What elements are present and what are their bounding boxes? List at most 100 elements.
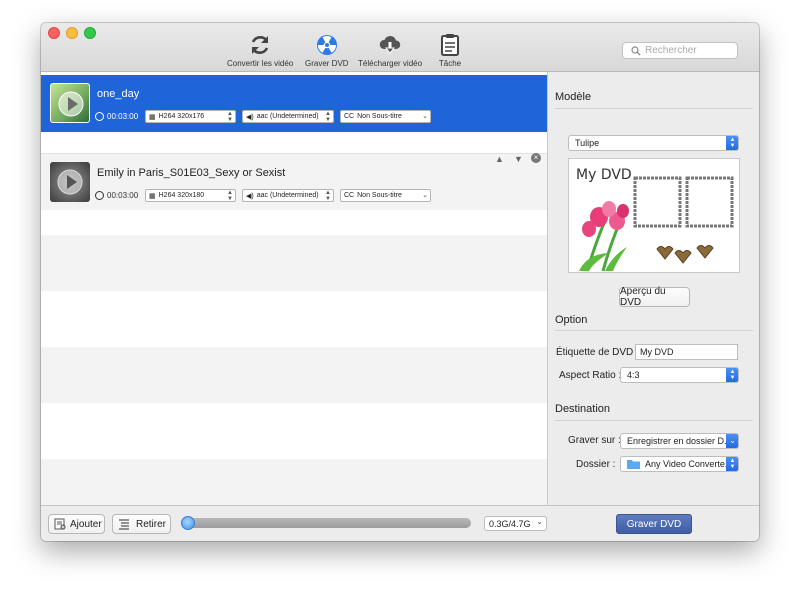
add-button[interactable]: Ajouter (48, 514, 105, 534)
cc-icon: CC (344, 192, 355, 199)
template-value: Tulipe (575, 138, 600, 148)
chevron-down-icon: ⌄ (726, 434, 738, 448)
add-button-label: Ajouter (70, 518, 102, 530)
zoom-window-button[interactable] (84, 27, 96, 39)
stepper-icon: ▲ ▼ (325, 189, 331, 202)
disc-size-select[interactable]: 0.3G/4.7G ⌄ (484, 516, 547, 531)
list-stripe (41, 459, 547, 505)
download-video-button[interactable]: Télécharger vidéo (358, 33, 422, 68)
subtitle-select[interactable]: CC Non Sous-titre ⌄ (340, 189, 431, 202)
clipboard-icon (441, 34, 459, 56)
play-icon (57, 169, 83, 195)
film-icon: ▦ (149, 113, 156, 121)
remove-item-icon[interactable]: × (531, 153, 541, 163)
remove-list-icon (119, 519, 129, 530)
stepper-icon: ▲ ▼ (726, 368, 738, 382)
duration: 00:03:00 (95, 191, 138, 200)
minimize-window-button[interactable] (66, 27, 78, 39)
cloud-download-icon (379, 35, 401, 54)
search-input[interactable] (645, 45, 735, 56)
folder-icon (627, 460, 640, 469)
duration-value: 00:03:00 (107, 191, 139, 200)
toolbar: Convertir les vidéo Graver DVD Télécharg… (41, 23, 759, 72)
dvd-preview-button[interactable]: Aperçu du DVD (619, 286, 690, 308)
convert-video-button[interactable]: Convertir les vidéo (227, 33, 293, 68)
video-format-value: H264 320x180 (158, 192, 205, 199)
stepper-icon: ▲ ▼ (325, 110, 331, 123)
tulip-template-icon (579, 176, 734, 272)
task-label: Tâche (438, 59, 462, 68)
video-thumbnail (50, 83, 90, 123)
divider (555, 108, 753, 109)
folder-select[interactable]: Any Video Converte... ▲ ▼ (620, 456, 739, 472)
chevron-down-icon: ⌄ (422, 112, 428, 120)
audio-track-value: aac (Undetermined) (256, 113, 319, 120)
audio-track-select[interactable]: ◀) aac (Undetermined) ▲ ▼ (242, 189, 334, 202)
task-button[interactable]: Tâche (438, 33, 462, 68)
burn-dvd-button[interactable]: Graver DVD (616, 514, 692, 534)
close-window-button[interactable] (48, 27, 60, 39)
file-name: Emily in Paris_S01E03_Sexy or Sexist (97, 167, 286, 179)
app-window: Convertir les vidéo Graver DVD Télécharg… (41, 23, 759, 541)
refresh-icon (251, 36, 269, 54)
aspect-ratio-value: 4:3 (627, 370, 640, 380)
burn-dvd-tab-label: Graver DVD (305, 59, 349, 68)
speaker-icon: ◀) (246, 192, 254, 200)
stepper-icon: ▲ ▼ (726, 136, 738, 150)
play-icon (58, 91, 84, 117)
destination-section-title: Destination (555, 403, 611, 415)
aspect-ratio-label: Aspect Ratio : (559, 370, 622, 381)
folder-label: Dossier : (576, 459, 616, 470)
download-video-label: Télécharger vidéo (358, 59, 423, 68)
list-item[interactable]: Emily in Paris_S01E03_Sexy or Sexist 00:… (41, 153, 547, 210)
search-field[interactable] (622, 42, 738, 59)
divider (555, 420, 753, 421)
add-file-icon (54, 518, 66, 530)
disc-usage-progress (181, 516, 471, 530)
duration: 00:03:00 (95, 112, 138, 121)
model-section-title: Modèle (555, 91, 592, 103)
radiation-icon (316, 35, 337, 55)
stepper-icon: ▲ ▼ (227, 189, 233, 202)
stepper-icon: ▲ ▼ (227, 110, 233, 123)
subtitle-select[interactable]: CC Non Sous-titre ⌄ (340, 110, 431, 123)
file-list: one_day 00:03:00 ▦ H264 320x176 ▲ ▼ ◀) aa… (41, 72, 548, 505)
search-icon (631, 45, 641, 55)
move-down-icon[interactable]: ▼ (514, 154, 523, 164)
template-preview: My DVD (568, 158, 740, 273)
audio-track-select[interactable]: ◀) aac (Undetermined) ▲ ▼ (242, 110, 334, 123)
list-item[interactable]: one_day 00:03:00 ▦ H264 320x176 ▲ ▼ ◀) aa… (41, 75, 547, 132)
clock-icon (95, 191, 104, 200)
list-stripe (41, 235, 547, 291)
remove-button[interactable]: Retirer (112, 514, 171, 534)
video-format-select[interactable]: ▦ H264 320x176 ▲ ▼ (145, 110, 236, 123)
burn-to-value: Enregistrer en dossier D... (627, 436, 732, 446)
convert-video-label: Convertir les vidéo (227, 59, 294, 68)
list-stripe (41, 347, 547, 403)
subtitle-value: Non Sous-titre (357, 113, 402, 120)
burn-dvd-tab[interactable]: Graver DVD (305, 33, 349, 68)
aspect-ratio-select[interactable]: 4:3 ▲ ▼ (620, 367, 739, 383)
clock-icon (95, 112, 104, 121)
progress-knob[interactable] (181, 516, 195, 530)
cc-icon: CC (344, 113, 355, 120)
film-icon: ▦ (149, 192, 156, 200)
file-name: one_day (97, 88, 140, 100)
subtitle-value: Non Sous-titre (357, 192, 402, 199)
dvd-label-input[interactable]: My DVD (635, 344, 738, 360)
chevron-down-icon: ⌄ (422, 191, 428, 199)
stepper-icon: ▲ ▼ (726, 457, 738, 471)
burn-to-label: Graver sur : (568, 435, 621, 446)
option-section-title: Option (555, 314, 588, 326)
video-format-select[interactable]: ▦ H264 320x180 ▲ ▼ (145, 189, 236, 202)
burn-to-select[interactable]: Enregistrer en dossier D... ⌄ (620, 433, 739, 449)
divider (555, 330, 753, 331)
template-select[interactable]: Tulipe ▲ ▼ (568, 135, 739, 151)
settings-panel: Modèle Tulipe ▲ ▼ My DVD Aperçu du DVD O… (549, 72, 759, 505)
move-up-icon[interactable]: ▲ (495, 154, 504, 164)
remove-button-label: Retirer (136, 518, 167, 530)
video-format-value: H264 320x176 (158, 113, 205, 120)
speaker-icon: ◀) (246, 113, 254, 121)
chevron-down-icon: ⌄ (536, 517, 543, 526)
dvd-label-label: Étiquette de DVD : (556, 347, 639, 358)
